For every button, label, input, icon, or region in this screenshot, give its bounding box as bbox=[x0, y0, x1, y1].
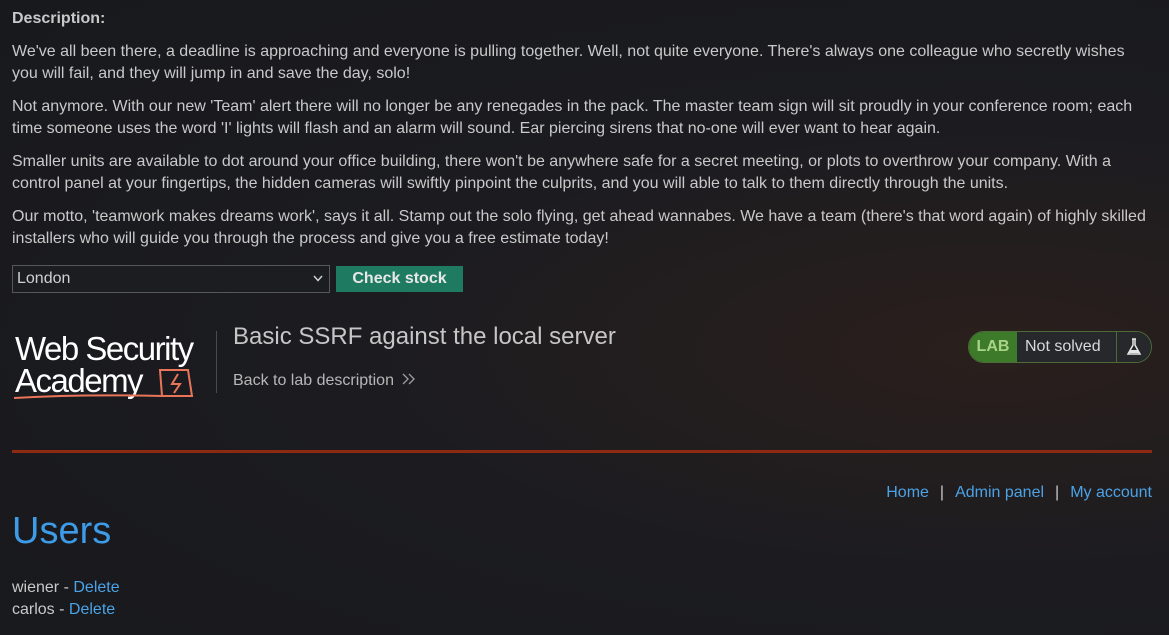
chevron-down-icon bbox=[313, 273, 323, 285]
description-paragraph-4: Our motto, 'teamwork makes dreams work',… bbox=[12, 207, 1146, 248]
lab-badge: LAB bbox=[969, 332, 1017, 362]
description-paragraph-1: We've all been there, a deadline is appr… bbox=[12, 42, 1125, 83]
double-chevron-right-icon bbox=[402, 372, 416, 390]
lab-status-widget: LAB Not solved bbox=[968, 331, 1152, 363]
header-divider bbox=[216, 331, 217, 393]
back-to-description-link[interactable]: Back to lab description bbox=[233, 372, 416, 390]
status-text: Not solved bbox=[1017, 332, 1116, 362]
nav-separator: | bbox=[1055, 484, 1060, 501]
description-paragraph-3: Smaller units are available to dot aroun… bbox=[12, 152, 1112, 193]
delete-user-link[interactable]: Delete bbox=[73, 579, 119, 596]
user-separator: - bbox=[59, 579, 74, 596]
lab-title: Basic SSRF against the local server bbox=[233, 323, 616, 350]
page-title: Users bbox=[12, 510, 112, 552]
stock-check-form: London Check stock bbox=[12, 265, 463, 293]
store-select[interactable]: London bbox=[12, 265, 330, 293]
nav-separator: | bbox=[939, 484, 945, 501]
nav-my-account-link[interactable]: My account bbox=[1070, 484, 1152, 502]
product-description: Description: We've all been there, a dea… bbox=[12, 8, 1152, 261]
top-nav: Home | Admin panel | My account bbox=[886, 484, 1152, 502]
description-paragraph-2: Not anymore. With our new 'Team' alert t… bbox=[12, 97, 1133, 138]
check-stock-button[interactable]: Check stock bbox=[336, 266, 463, 292]
flask-icon bbox=[1116, 332, 1151, 362]
section-divider bbox=[12, 450, 1152, 453]
delete-user-link[interactable]: Delete bbox=[69, 601, 115, 618]
back-link-label: Back to lab description bbox=[233, 372, 394, 389]
store-select-value: London bbox=[17, 270, 71, 287]
nav-home-link[interactable]: Home bbox=[886, 484, 929, 502]
users-list: wiener - Delete carlos - Delete bbox=[12, 577, 120, 621]
user-separator: - bbox=[54, 601, 69, 618]
list-item: carlos - Delete bbox=[12, 599, 120, 621]
username: carlos bbox=[12, 601, 55, 618]
username: wiener bbox=[12, 579, 60, 596]
logo-line2: Academy bbox=[15, 362, 144, 399]
list-item: wiener - Delete bbox=[12, 577, 120, 599]
web-security-academy-logo[interactable]: Web Security Academy bbox=[12, 330, 217, 400]
description-label: Description: bbox=[12, 10, 106, 27]
nav-admin-panel-link[interactable]: Admin panel bbox=[955, 484, 1044, 502]
